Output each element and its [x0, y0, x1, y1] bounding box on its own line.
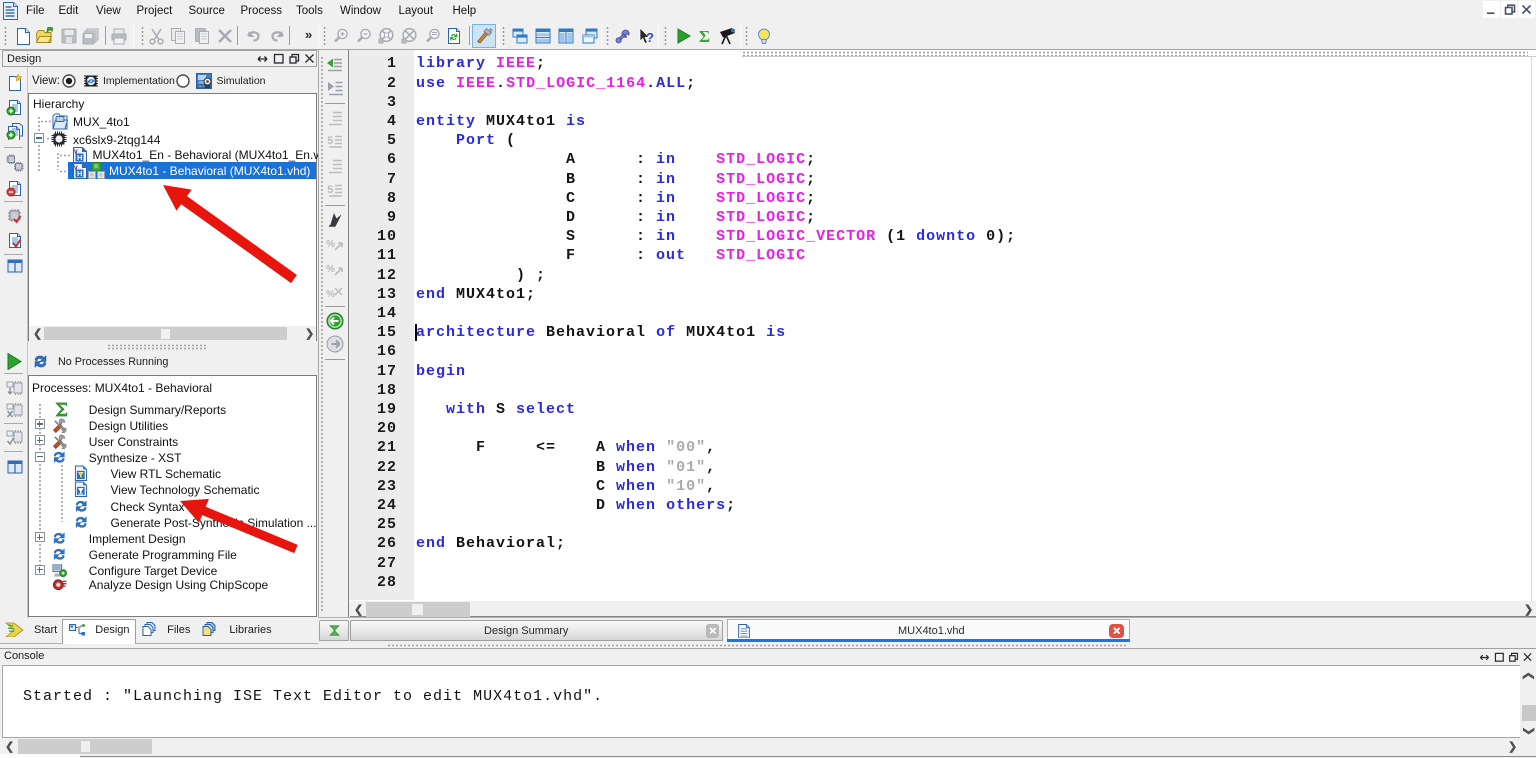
- svg-text:%: %: [326, 264, 335, 275]
- svg-text:Σ: Σ: [699, 27, 710, 45]
- svg-text:5: 5: [327, 136, 334, 148]
- svg-text:H: H: [77, 169, 82, 178]
- svg-text:?: ?: [646, 30, 654, 45]
- svg-text:5: 5: [327, 185, 334, 197]
- svg-text:%: %: [326, 289, 335, 300]
- svg-text:%: %: [326, 239, 335, 250]
- svg-text:H: H: [77, 153, 82, 162]
- svg-text:iSim: iSim: [198, 84, 205, 88]
